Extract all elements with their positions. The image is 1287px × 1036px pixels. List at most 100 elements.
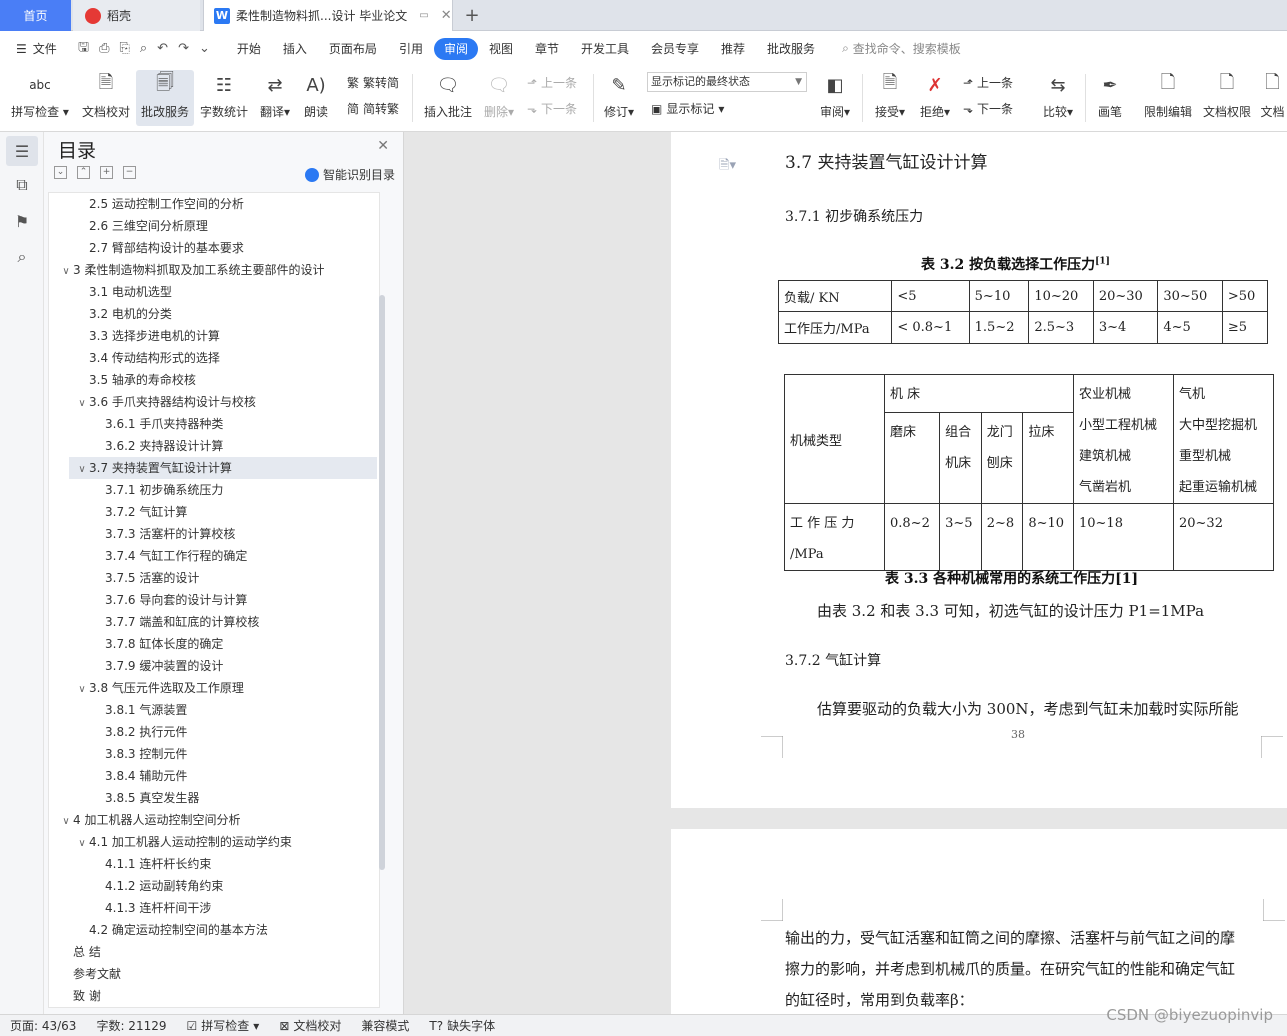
menu-item-9[interactable]: 推荐 [710,38,756,60]
accept-button[interactable]: 🗎 接受▾ [870,70,910,126]
toc-item[interactable]: ∨ 3.7 夹持装置气缸设计计算 [69,457,377,479]
chapter-icon[interactable]: ⧉ [6,170,38,200]
close-icon[interactable]: ✕ [377,138,389,154]
window-icon[interactable]: ▭ [419,10,428,21]
menu-item-3[interactable]: 引用 [388,38,434,60]
smart-toc-button[interactable]: 智能识别目录 [304,166,395,183]
toc-item[interactable]: 3.4 传动结构形式的选择 [49,347,220,369]
menu-item-0[interactable]: 开始 [226,38,272,60]
undo-icon[interactable]: ↶ [157,41,168,56]
command-search[interactable]: ⌕ 查找命令、搜索模板 [842,40,961,57]
collapse-all-icon[interactable]: ⌄ [54,166,67,179]
prev-comment-button[interactable]: ⬏ 上一条 [527,74,577,91]
menu-item-7[interactable]: 开发工具 [570,38,640,60]
file-menu[interactable]: ☰ 文件 [0,40,72,57]
wordcount-button[interactable]: ☷ 字数统计 [198,70,250,126]
compare-button[interactable]: ⇆ 比较▾ [1038,70,1078,126]
toc-item[interactable]: 3.7.8 缸体长度的确定 [49,633,223,655]
translate-button[interactable]: ⇄ 翻译▾ [255,70,295,126]
trad-to-simp-button[interactable]: 繁繁转简 [347,74,399,91]
page-indicator[interactable]: 页面: 43/63 [0,1017,86,1034]
tab-daoke[interactable]: 稻壳 [73,0,200,31]
toc-item[interactable]: 3.8.3 控制元件 [49,743,187,765]
menu-item-6[interactable]: 章节 [524,38,570,60]
toc-item[interactable]: 3.7.3 活塞杆的计算校核 [49,523,235,545]
doc-more-button[interactable]: 🗋 文档 [1258,70,1287,126]
toc-item[interactable]: 3.7.7 端盖和缸底的计算校核 [49,611,259,633]
word-count[interactable]: 字数: 21129 [86,1017,176,1034]
delete-comment-button[interactable]: 🗨 删除▾ [480,70,518,126]
next-change-button[interactable]: ⬎ 下一条 [963,100,1013,117]
doc-permission-button[interactable]: 🗋 文档权限 [1199,70,1255,126]
toc-item[interactable]: 3.8.1 气源装置 [49,699,187,721]
toc-item[interactable]: 3.7.4 气缸工作行程的确定 [49,545,247,567]
toc-item[interactable]: 3.2 电机的分类 [49,303,172,325]
doccheck-button[interactable]: 🗎 文档校对 [78,70,134,126]
document-icon[interactable]: 🗎▾ [719,156,736,178]
toc-item[interactable]: 4.1.2 运动副转角约束 [49,875,223,897]
toc-item[interactable]: ∨ 3.6 手爪夹持器结构设计与校核 [49,391,256,413]
restrict-edit-button[interactable]: 🗋 限制编辑 [1140,70,1196,126]
toc-item[interactable]: 参考文献 [49,963,121,985]
toc-item[interactable]: 2.7 臂部结构设计的基本要求 [49,237,244,259]
chevron-down-icon[interactable]: ∨ [75,393,89,415]
toc-item[interactable]: 3.7.2 气缸计算 [49,501,187,523]
toc-item[interactable]: ∨ 3 柔性制造物料抓取及加工系统主要部件的设计 [49,259,324,281]
toc-item[interactable]: 3.8.4 辅助元件 [49,765,187,787]
export-pdf-icon[interactable]: ⎙ [99,41,109,56]
toc-item[interactable]: 3.6.1 手爪夹持器种类 [49,413,223,435]
toc-scrollbar[interactable] [379,295,385,870]
chevron-down-icon[interactable]: ∨ [59,261,73,283]
toc-icon[interactable]: ☰ [6,136,38,166]
chevron-down-icon[interactable]: ∨ [75,679,89,701]
toc-item[interactable]: 2.5 运动控制工作空间的分析 [49,193,244,215]
menu-item-1[interactable]: 插入 [272,38,318,60]
menu-item-5[interactable]: 视图 [478,38,524,60]
chevron-down-icon[interactable]: ∨ [75,833,89,855]
print-icon[interactable]: ⎘ [119,41,129,56]
toc-item[interactable]: ∨ 3.8 气压元件选取及工作原理 [49,677,244,699]
missing-font-status[interactable]: T? 缺失字体 [419,1017,505,1034]
toc-item[interactable]: 3.7.1 初步确系统压力 [49,479,223,501]
menu-item-10[interactable]: 批改服务 [756,38,826,60]
prev-change-button[interactable]: ⬏ 上一条 [963,74,1013,91]
spellcheck-button[interactable]: abc 拼写检查 ▾ [8,70,72,126]
insert-comment-button[interactable]: 🗨 插入批注 [420,70,476,126]
simp-to-trad-button[interactable]: 简简转繁 [347,100,399,117]
toc-item[interactable]: 3.7.5 活塞的设计 [49,567,199,589]
compat-mode[interactable]: 兼容模式 [351,1017,419,1034]
search-icon[interactable]: ⌕ [6,242,38,272]
toc-item[interactable]: 3.7.9 缓冲装置的设计 [49,655,223,677]
chevron-down-icon[interactable]: ∨ [59,811,73,833]
toc-item[interactable]: 4.1.3 连杆杆间干涉 [49,897,211,919]
toc-item[interactable]: 4.1.1 连杆杆长约束 [49,853,211,875]
menu-item-2[interactable]: 页面布局 [318,38,388,60]
review-service-button[interactable]: 🗐 批改服务 [136,70,194,126]
read-aloud-button[interactable]: A) 朗读 [298,70,334,126]
next-comment-button[interactable]: ⬎ 下一条 [527,100,577,117]
new-tab-button[interactable]: + [458,0,486,31]
spellcheck-status[interactable]: ☑ 拼写检查 ▾ [177,1017,270,1034]
save-icon[interactable]: 🖫 [78,38,89,60]
expand-up-icon[interactable]: ⌃ [77,166,90,179]
pen-button[interactable]: ✒ 画笔 [1092,70,1128,126]
toc-item[interactable]: 总 结 [49,941,101,963]
toc-item[interactable]: ∨ 4 加工机器人运动控制空间分析 [49,809,240,831]
menu-item-8[interactable]: 会员专享 [640,38,710,60]
more-chevron-icon[interactable]: ⌄ [199,41,210,56]
tab-document[interactable]: W 柔性制造物料抓...设计 毕业论文 ▭ ✕ [203,0,453,31]
print-preview-icon[interactable]: ⌕ [140,41,147,56]
add-heading-icon[interactable]: + [100,166,113,179]
revise-button[interactable]: ✎ 修订▾ [600,70,638,126]
toc-item[interactable]: 3.7.6 导向套的设计与计算 [49,589,247,611]
toc-item[interactable]: 致 谢 [49,985,101,1007]
toc-item[interactable]: 3.6.2 夹持器设计计算 [49,435,223,457]
toc-item[interactable]: 2.6 三维空间分析原理 [49,215,208,237]
close-tab-icon[interactable]: ✕ [441,8,452,23]
toc-item[interactable]: 3.8.2 执行元件 [49,721,187,743]
tab-home[interactable]: 首页 [0,0,71,31]
show-markup-button[interactable]: ▣ 显示标记 ▾ [651,100,724,117]
menu-item-4[interactable]: 审阅 [433,37,478,60]
doccheck-status[interactable]: ⊠ 文档校对 [269,1017,351,1034]
toc-item[interactable]: 3.3 选择步进电机的计算 [49,325,220,347]
